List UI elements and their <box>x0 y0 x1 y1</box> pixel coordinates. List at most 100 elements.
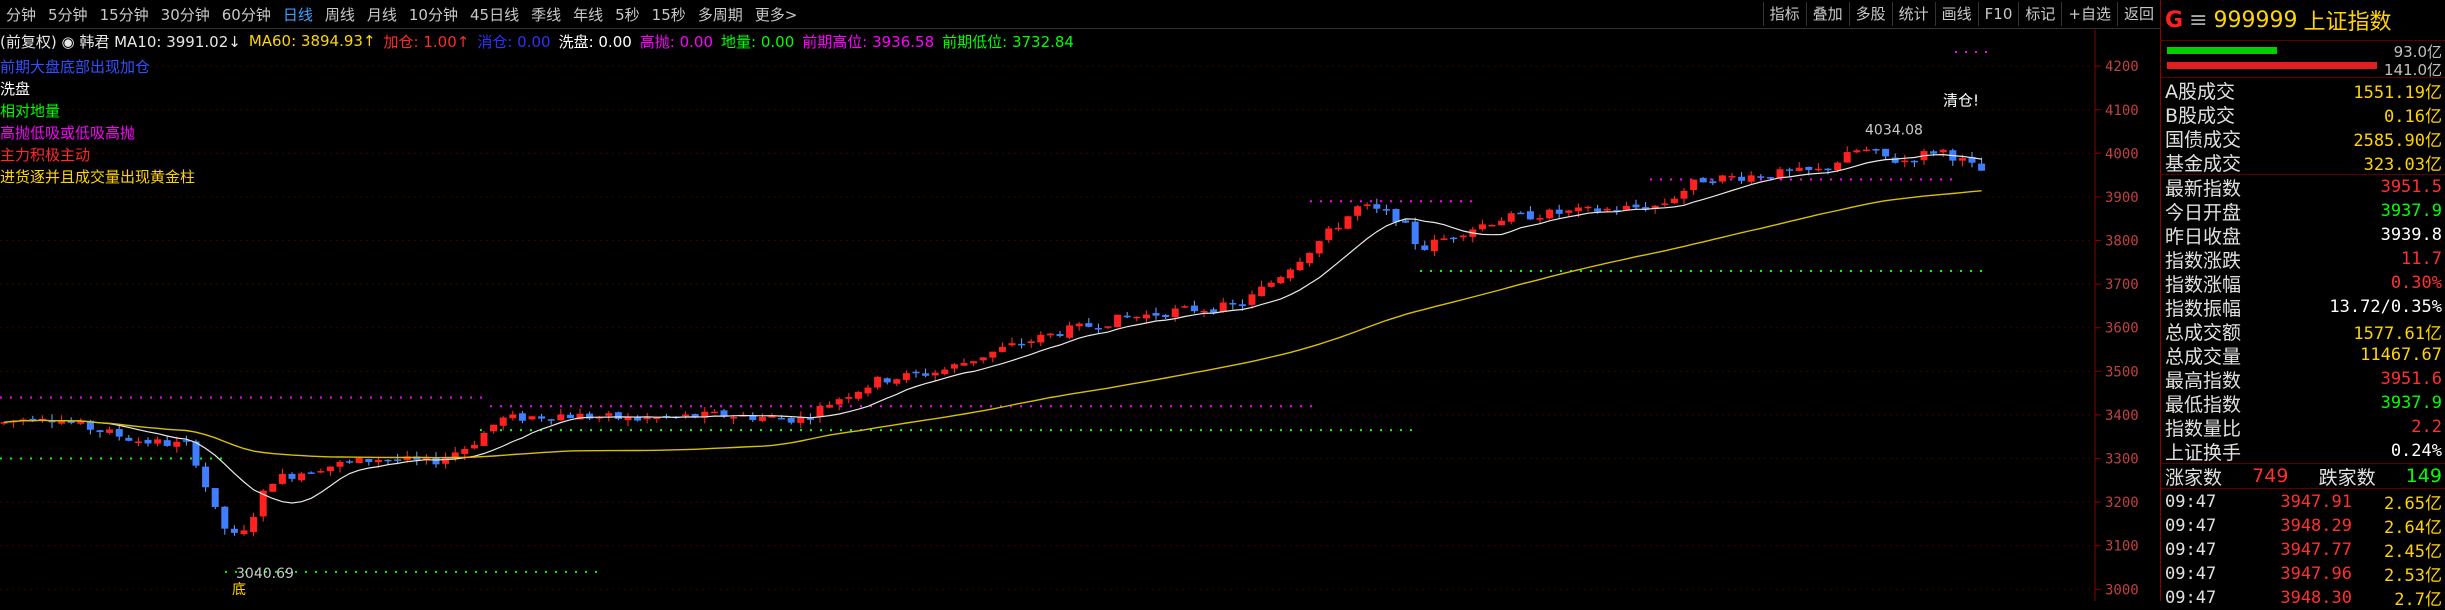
candle-body <box>989 351 997 358</box>
candle-body <box>1334 227 1342 230</box>
quote-label: A股成交 <box>2165 80 2235 103</box>
period-tab[interactable]: 60分钟 <box>216 4 277 25</box>
candle-body <box>115 429 123 437</box>
tick-time: 09:47 <box>2165 563 2217 584</box>
tick-list: 09:47 3947.91 2.65亿 09:47 3948.29 2.64亿 09:47 3… <box>2161 488 2445 610</box>
candle-body <box>1574 207 1582 212</box>
candle-body <box>355 457 363 464</box>
candle-body <box>1229 303 1237 305</box>
tool-button[interactable]: 指标 <box>1762 2 1806 26</box>
sell-signal: 清仓! <box>1943 91 1979 109</box>
candle-body <box>1478 224 1486 230</box>
period-tab[interactable]: 周线 <box>319 4 361 25</box>
quote-label: 今日开盘 <box>2165 201 2242 224</box>
candle-body <box>1181 306 1189 308</box>
period-tab[interactable]: 10分钟 <box>403 4 464 25</box>
quote-row: 最新指数 3951.5 <box>2161 174 2445 200</box>
candle-body <box>326 466 334 472</box>
period-tab[interactable]: 更多> <box>749 4 804 25</box>
period-tab[interactable]: 15秒 <box>646 4 692 25</box>
candle-body <box>346 461 354 463</box>
candle-body <box>1373 204 1381 209</box>
candle-body <box>950 364 958 369</box>
legend-item: MA60: 3894.93↑ <box>248 32 376 50</box>
signal-label: 进货逐并且成交量出现黄金柱 <box>0 168 196 186</box>
quote-value: 1577.61亿 <box>2353 323 2442 344</box>
quote-label: 最新指数 <box>2165 177 2242 200</box>
period-tab[interactable]: 多周期 <box>692 4 749 25</box>
candle-body <box>1670 198 1678 204</box>
tool-button[interactable]: +自选 <box>2061 2 2117 26</box>
kline-chart[interactable]: 4200 4100 4000 3900 3800 3700 3600 3500 3400 3300… <box>0 30 2160 601</box>
legend-item: 前期低位: 3732.84 <box>942 32 1074 51</box>
quote-header[interactable]: G ≡ 999999 上证指数 <box>2161 0 2445 41</box>
tick-volume: 2.53亿 <box>2384 566 2442 586</box>
candle-body <box>970 361 978 364</box>
candle-body <box>1325 228 1333 240</box>
period-tab[interactable]: 年线 <box>567 4 609 25</box>
tick-time: 09:47 <box>2165 515 2217 536</box>
quote-value: 0.24% <box>2390 441 2442 461</box>
candle-body <box>317 471 325 473</box>
tool-button[interactable]: 叠加 <box>1805 2 1849 26</box>
candle-body <box>154 439 162 444</box>
tool-button[interactable]: 统计 <box>1891 2 1935 26</box>
ma60-line <box>3 190 1982 459</box>
candle-body <box>1104 326 1112 328</box>
legend-item: 前期高位: 3936.58 <box>802 32 935 51</box>
candle-body <box>1939 149 1947 153</box>
candle-body <box>1382 209 1390 211</box>
candle-body <box>1450 237 1458 240</box>
candle-body <box>538 416 546 419</box>
tick-volume: 2.45亿 <box>2384 542 2442 562</box>
candle-body <box>1488 224 1496 227</box>
tool-button[interactable]: 画线 <box>1934 2 1978 26</box>
market-prefix: G <box>2165 7 2184 33</box>
candle-body <box>806 418 814 420</box>
period-tab[interactable]: 45日线 <box>464 4 525 25</box>
tool-button[interactable]: F10 <box>1977 2 2019 26</box>
candle-body <box>1584 206 1592 209</box>
candle-body <box>864 387 872 394</box>
candle-body <box>1258 286 1266 296</box>
period-tab[interactable]: 5分钟 <box>42 4 94 25</box>
quote-row: 上证换手 0.24% <box>2161 439 2445 464</box>
candle-body <box>1440 238 1448 240</box>
candle-body <box>1219 302 1227 312</box>
candle-body <box>1632 204 1640 208</box>
tick-volume: 2.64亿 <box>2384 518 2442 538</box>
candle-body <box>941 369 949 375</box>
period-tabs: 分钟 5分钟 15分钟 30分钟 60分钟 日线 周线 月线 10分钟 45日线 季线 年线 5秒 15… <box>0 4 1763 25</box>
period-tab-partial[interactable]: 分钟 <box>0 4 42 25</box>
quote-label: 指数涨跌 <box>2165 249 2242 272</box>
period-tab[interactable]: 30分钟 <box>155 4 216 25</box>
candle-body <box>307 472 315 474</box>
tool-button[interactable]: 标记 <box>2018 2 2061 26</box>
quote-value: 3937.9 <box>2380 393 2442 413</box>
candle-body <box>998 346 1006 352</box>
candle-body <box>682 414 690 416</box>
period-tab[interactable]: 日线 <box>277 4 319 25</box>
tool-button[interactable]: 多股 <box>1848 2 1892 26</box>
buy-bar <box>2167 47 2277 54</box>
candle-body <box>1056 334 1064 337</box>
candle-body <box>144 439 152 444</box>
period-tab[interactable]: 15分钟 <box>94 4 155 25</box>
candle-body <box>768 416 776 418</box>
tick-time: 09:47 <box>2165 587 2217 608</box>
y-tick-label: 3100 <box>2105 539 2139 555</box>
candle-body <box>1814 168 1822 171</box>
high-annotation: 4034.08 <box>1865 123 1923 139</box>
period-tab[interactable]: 5秒 <box>609 4 646 25</box>
tool-button[interactable]: 返回 <box>2116 2 2160 26</box>
candle-body <box>1853 150 1861 153</box>
period-tab[interactable]: 季线 <box>525 4 567 25</box>
candle-body <box>1834 162 1842 171</box>
menu-icon[interactable]: ≡ <box>2189 8 2207 33</box>
candle-body <box>778 417 786 420</box>
tick-row: 09:47 3947.77 2.45亿 <box>2161 537 2445 563</box>
period-tab[interactable]: 月线 <box>361 4 403 25</box>
y-tick-label: 4200 <box>2105 59 2139 75</box>
candle-body <box>106 429 114 433</box>
quote-row: 指数量比 2.2 <box>2161 415 2445 440</box>
